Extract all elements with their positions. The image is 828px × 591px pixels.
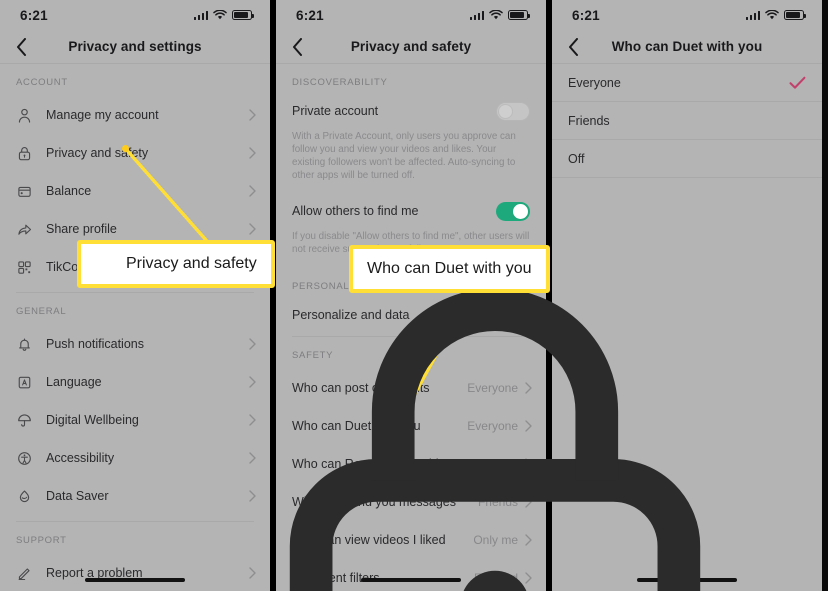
person-icon: [16, 107, 33, 124]
setting-label: Private account: [292, 104, 379, 118]
setting-label: Allow others to find me: [292, 204, 419, 218]
option-everyone[interactable]: Everyone: [552, 64, 822, 102]
chevron-right-icon: [249, 109, 256, 121]
lock-icon: [95, 253, 701, 591]
private-account-toggle[interactable]: [496, 101, 530, 121]
page-title: Who can Duet with you: [611, 39, 763, 54]
option-label: Off: [568, 151, 585, 166]
option-off[interactable]: Off: [552, 140, 822, 178]
page-title: Privacy and safety: [350, 39, 472, 54]
wallet-icon: [16, 183, 33, 200]
option-label: Friends: [568, 113, 610, 128]
sidebar-item-manage-my-account[interactable]: Manage my account: [0, 96, 270, 134]
section-label-discoverability: DISCOVERABILITY: [292, 77, 388, 88]
status-clock: 6:21: [572, 7, 600, 23]
nav-bar: Who can Duet with you: [552, 30, 822, 64]
setting-private-account[interactable]: Private account: [276, 96, 546, 126]
cellular-signal-icon: [745, 10, 760, 20]
callout-text: Who can Duet with you: [367, 260, 532, 277]
language-icon: [16, 374, 33, 391]
wifi-icon: [765, 10, 779, 20]
option-friends[interactable]: Friends: [552, 102, 822, 140]
share-icon: [16, 221, 33, 238]
allow-find-me-toggle[interactable]: [496, 201, 530, 221]
battery-icon: [232, 10, 255, 20]
pencil-icon: [16, 565, 33, 582]
page-title: Privacy and settings: [68, 39, 202, 54]
sidebar-item-privacy-and-safety[interactable]: Privacy and safety: [0, 134, 270, 172]
screenshot-stage: 6:21 Privacy and settings ACCOUNT Manage…: [0, 0, 828, 591]
status-bar: 6:21: [552, 0, 822, 30]
qr-code-icon: [16, 259, 33, 276]
status-clock: 6:21: [296, 7, 324, 23]
section-label-account: ACCOUNT: [16, 77, 68, 88]
umbrella-icon: [16, 412, 33, 429]
back-button[interactable]: [12, 37, 30, 56]
back-button[interactable]: [288, 37, 306, 56]
toggle-knob: [498, 103, 513, 119]
nav-bar: Privacy and settings: [0, 30, 270, 64]
wifi-icon: [489, 10, 503, 20]
setting-allow-others-to-find-me[interactable]: Allow others to find me: [276, 196, 546, 226]
row-label: Privacy and safety: [46, 146, 149, 160]
cellular-signal-icon: [193, 10, 208, 20]
wifi-icon: [213, 10, 227, 20]
battery-icon: [508, 10, 531, 20]
row-label: Share profile: [46, 222, 117, 236]
private-account-helper-text: With a Private Account, only users you a…: [292, 131, 516, 181]
chevron-right-icon: [249, 185, 256, 197]
row-label: Balance: [46, 184, 92, 198]
chevron-right-icon: [249, 147, 256, 159]
status-indicators: [193, 10, 255, 20]
sidebar-item-balance[interactable]: Balance: [0, 172, 270, 210]
cellular-signal-icon: [469, 10, 484, 20]
status-clock: 6:21: [20, 7, 48, 23]
callout-who-can-duet-with-you: Who can Duet with you: [349, 245, 550, 293]
callout-privacy-and-safety: Privacy and safety: [77, 240, 701, 591]
check-icon: [789, 76, 806, 90]
status-indicators: [745, 10, 807, 20]
bell-icon: [16, 336, 33, 353]
status-indicators: [469, 10, 531, 20]
row-label: Manage my account: [46, 108, 159, 122]
status-bar: 6:21: [0, 0, 270, 30]
nav-bar: Privacy and safety: [276, 30, 546, 64]
accessibility-icon: [16, 450, 33, 467]
toggle-knob: [513, 203, 528, 219]
battery-icon: [784, 10, 807, 20]
lock-icon: [16, 145, 33, 162]
back-button[interactable]: [564, 37, 582, 56]
chevron-right-icon: [249, 223, 256, 235]
droplet-icon: [16, 488, 33, 505]
option-label: Everyone: [568, 75, 621, 90]
status-bar: 6:21: [276, 0, 546, 30]
